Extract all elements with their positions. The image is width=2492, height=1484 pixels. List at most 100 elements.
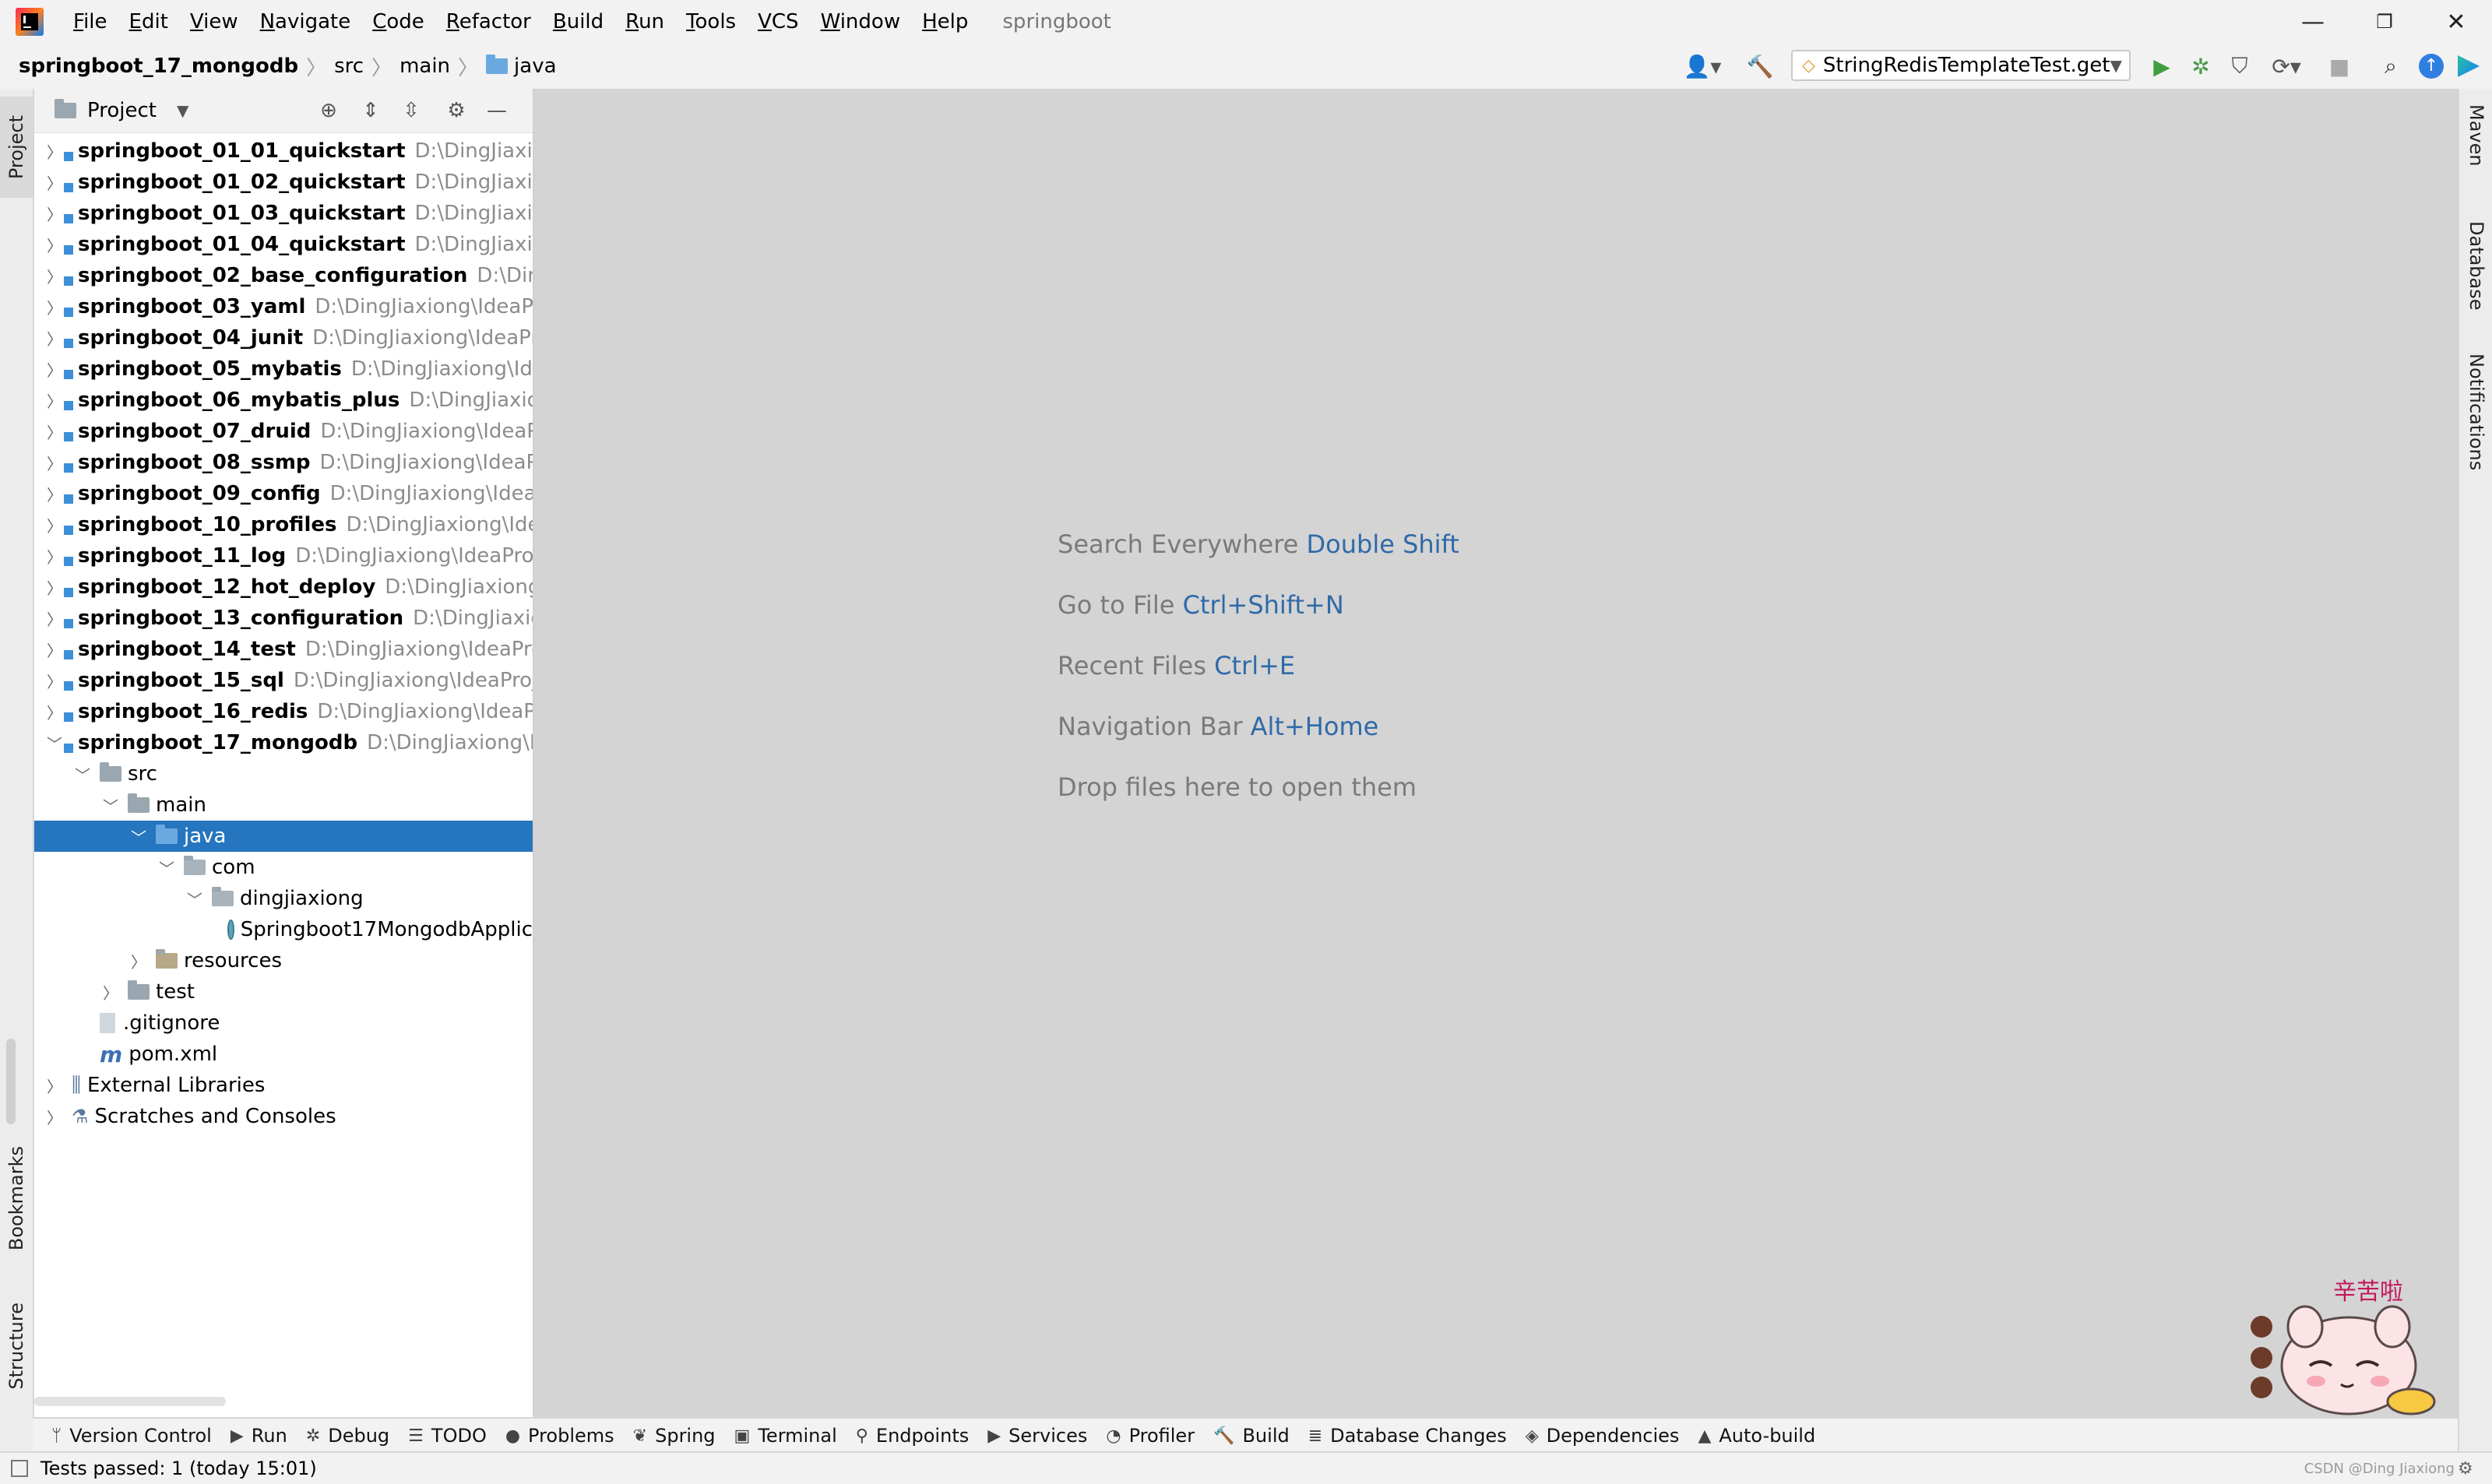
breadcrumb-project[interactable]: springboot_17_mongodb [19, 55, 298, 78]
bottom-tab-auto-build[interactable]: ▲ Auto-build [1698, 1425, 1815, 1447]
tree-node[interactable]: 〉 springboot_05_mybatis D:\DingJiaxiong\Id… [34, 353, 533, 385]
chevron-right-icon[interactable]: 〉 [47, 483, 62, 505]
bottom-tab-services[interactable]: ▶ Services [987, 1425, 1087, 1447]
locate-file-icon[interactable]: ⊕ [315, 97, 343, 125]
chevron-right-icon[interactable]: 〉 [47, 1074, 62, 1097]
tree-node[interactable]: 〉 springboot_06_mybatis_plus D:\DingJiaxio… [34, 385, 533, 416]
tree-node[interactable]: 〉 springboot_15_sql D:\DingJiaxiong\IdeaPr… [34, 665, 533, 696]
chevron-right-icon[interactable]: 〉 [47, 576, 62, 599]
tree-node[interactable]: m pom.xml [34, 1039, 533, 1070]
run-button[interactable]: ▶ [2146, 50, 2177, 83]
chevron-down-icon[interactable]: ﹀ [187, 888, 202, 910]
restore-button[interactable]: ❐ [2349, 0, 2420, 44]
tree-node[interactable]: ﹀ java [34, 821, 533, 852]
tree-node[interactable]: 〉 ⚗ Scratches and Consoles [34, 1101, 533, 1132]
tree-node[interactable]: 〉 springboot_14_test D:\DingJiaxiong\IdeaP… [34, 634, 533, 665]
bottom-tab-dependencies[interactable]: ◈ Dependencies [1526, 1425, 1680, 1447]
structure-tool-tab[interactable]: Structure [0, 1288, 33, 1405]
menu-help[interactable]: Help [917, 10, 973, 33]
breadcrumb-java[interactable]: java [486, 55, 557, 78]
tree-node[interactable]: ﹀ com [34, 852, 533, 883]
menu-file[interactable]: File [68, 10, 113, 33]
debug-button[interactable]: ✲ [2185, 50, 2216, 83]
close-button[interactable]: ✕ [2420, 0, 2492, 44]
tree-node[interactable]: 〉 springboot_08_ssmp D:\DingJiaxiong\IdeaP… [34, 447, 533, 478]
chevron-right-icon[interactable]: 〉 [47, 701, 62, 723]
menu-view[interactable]: View [185, 10, 244, 33]
chevron-right-icon[interactable]: 〉 [47, 638, 62, 661]
notifications-tool-tab[interactable]: Notifications [2459, 353, 2492, 501]
breadcrumb-main[interactable]: main [399, 55, 450, 78]
tree-node[interactable]: 〉 resources [34, 945, 533, 976]
chevron-right-icon[interactable]: 〉 [103, 981, 118, 1004]
tree-node[interactable]: 〉 springboot_16_redis D:\DingJiaxiong\Idea… [34, 696, 533, 727]
chevron-right-icon[interactable]: 〉 [47, 514, 62, 536]
minimize-button[interactable]: — [2277, 0, 2349, 44]
tree-node[interactable]: 〉 springboot_09_config D:\DingJiaxiong\Ide… [34, 478, 533, 509]
tree-node[interactable]: 〉 springboot_02_base_configuration D:\Ding… [34, 260, 533, 291]
bottom-tab-build[interactable]: 🔨 Build [1213, 1425, 1290, 1447]
menu-tools[interactable]: Tools [681, 10, 741, 33]
chevron-right-icon[interactable]: 〉 [47, 358, 62, 381]
maven-tool-tab[interactable]: Maven [2459, 104, 2492, 198]
scrollbar-handle[interactable] [6, 1039, 16, 1124]
project-tool-tab[interactable]: Project [0, 97, 33, 198]
menu-code[interactable]: Code [367, 10, 430, 33]
tree-node[interactable]: ﹀ springboot_17_mongodb D:\DingJiaxiong\Id… [34, 727, 533, 758]
tree-node[interactable]: ﹀ main [34, 789, 533, 821]
chevron-down-icon[interactable]: ▼ [177, 101, 188, 120]
menu-vcs[interactable]: VCS [752, 10, 804, 33]
chevron-right-icon[interactable]: 〉 [47, 452, 62, 474]
chevron-right-icon[interactable]: 〉 [47, 545, 62, 568]
chevron-right-icon[interactable]: 〉 [47, 202, 62, 225]
update-button[interactable]: ↑ [2416, 50, 2447, 83]
coverage-button[interactable]: ⛉ [2224, 50, 2255, 83]
tree-node[interactable]: 〉 ⫼ External Libraries [34, 1070, 533, 1101]
bottom-tab-terminal[interactable]: ▣ Terminal [734, 1425, 837, 1447]
tree-node[interactable]: 〉 springboot_07_druid D:\DingJiaxiong\Idea… [34, 416, 533, 447]
chevron-right-icon[interactable]: 〉 [47, 140, 62, 163]
jetbrains-toolbox-icon[interactable] [2453, 50, 2484, 83]
bottom-tab-spring[interactable]: ❦ Spring [633, 1425, 716, 1447]
build-hammer-icon[interactable]: 🔨 [1743, 50, 1777, 83]
chevron-down-icon[interactable]: ﹀ [47, 732, 62, 754]
tree-node[interactable]: 〉 springboot_01_01_quickstart D:\DingJiaxi… [34, 135, 533, 167]
chevron-right-icon[interactable]: 〉 [47, 234, 62, 256]
toggle-tool-windows-icon[interactable] [11, 1460, 28, 1477]
editor-empty-area[interactable]: Search Everywhere Double Shift Go to Fil… [534, 89, 2458, 1417]
tree-node[interactable]: 〉 springboot_01_04_quickstart D:\DingJiaxi… [34, 229, 533, 260]
menu-run[interactable]: Run [620, 10, 670, 33]
hide-panel-icon[interactable]: — [483, 97, 511, 125]
gear-icon[interactable]: ⚙ [442, 97, 470, 125]
run-configuration-selector[interactable]: ◇ StringRedisTemplateTest.get ▼ [1791, 50, 2131, 81]
profile-button[interactable]: ⟳▾ [2263, 50, 2310, 83]
status-message[interactable]: Tests passed: 1 (today 15:01) [40, 1458, 317, 1479]
expand-all-icon[interactable]: ⇕ [357, 97, 385, 125]
menu-navigate[interactable]: Navigate [255, 10, 357, 33]
tree-node[interactable]: 〉 springboot_12_hot_deploy D:\DingJiaxiong… [34, 571, 533, 603]
bottom-tab-profiler[interactable]: ◔ Profiler [1106, 1425, 1195, 1447]
chevron-down-icon[interactable]: ﹀ [103, 794, 118, 817]
tree-node[interactable]: ﹀ src [34, 758, 533, 789]
database-tool-tab[interactable]: Database [2459, 221, 2492, 338]
menu-window[interactable]: Window [815, 10, 906, 33]
chevron-right-icon[interactable]: 〉 [47, 607, 62, 630]
bottom-tab-version-control[interactable]: ᛘ Version Control [51, 1425, 212, 1447]
chevron-right-icon[interactable]: 〉 [47, 296, 62, 318]
chevron-right-icon[interactable]: 〉 [47, 670, 62, 692]
breadcrumb-src[interactable]: src [334, 55, 364, 78]
tree-node[interactable]: 〉 springboot_10_profiles D:\DingJiaxiong\I… [34, 509, 533, 540]
chevron-right-icon[interactable]: 〉 [47, 1106, 62, 1128]
bottom-tab-debug[interactable]: ✲ Debug [306, 1425, 389, 1447]
chevron-down-icon[interactable]: ﹀ [75, 763, 90, 786]
tree-node[interactable]: 〉 springboot_13_configuration D:\DingJiaxi… [34, 603, 533, 634]
chevron-down-icon[interactable]: ﹀ [159, 856, 174, 879]
chevron-right-icon[interactable]: 〉 [131, 950, 146, 972]
chevron-right-icon[interactable]: 〉 [47, 171, 62, 194]
chevron-right-icon[interactable]: 〉 [47, 389, 62, 412]
tree-node[interactable]: ﹀ dingjiaxiong [34, 883, 533, 914]
horizontal-scrollbar[interactable] [34, 1397, 226, 1406]
chevron-down-icon[interactable]: ﹀ [131, 825, 146, 848]
tree-node[interactable]: .gitignore [34, 1008, 533, 1039]
bottom-tab-problems[interactable]: ● Problems [505, 1425, 614, 1447]
